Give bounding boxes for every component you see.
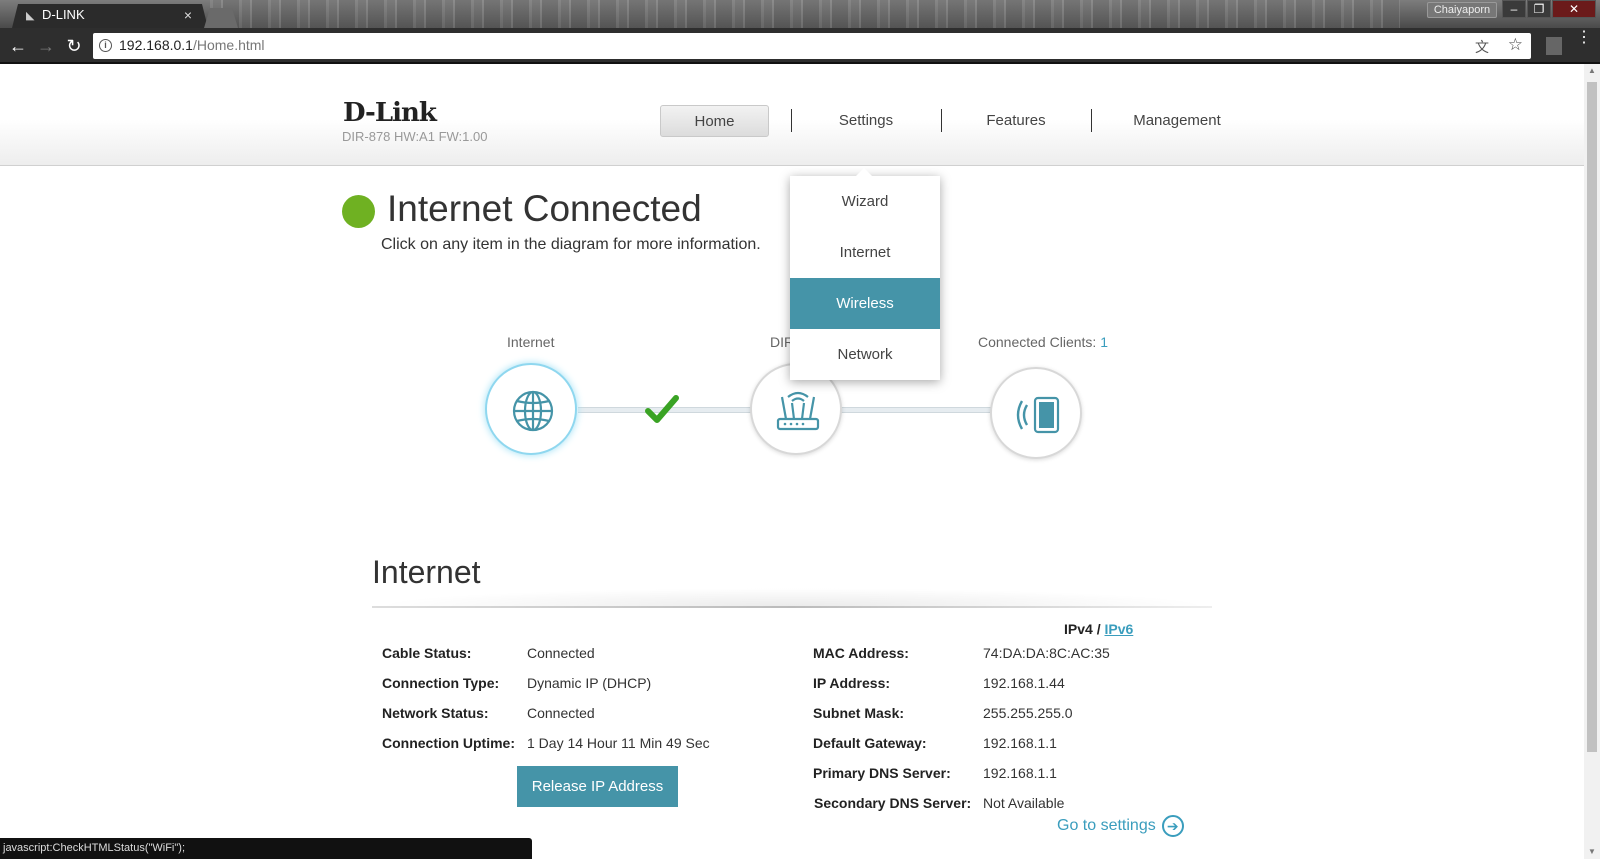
network-status-value: Connected: [527, 705, 595, 721]
go-to-settings-link[interactable]: Go to settings ➔: [1057, 815, 1184, 837]
dropdown-arrow: [856, 168, 872, 176]
settings-dropdown-menu: Wizard Internet Wireless Network: [790, 168, 940, 380]
new-tab-button[interactable]: [204, 8, 238, 28]
menu-item-wireless[interactable]: Wireless: [790, 278, 940, 329]
internet-label: Internet: [507, 334, 555, 350]
cable-status-label: Cable Status:: [382, 645, 472, 661]
nav-features[interactable]: Features: [960, 105, 1072, 137]
nav-management[interactable]: Management: [1110, 105, 1244, 137]
model-info: DIR-878 HW:A1 FW:1.00: [342, 129, 488, 144]
browser-tab[interactable]: ◣ D-LINK ×: [12, 4, 208, 28]
dlink-logo[interactable]: D-Link: [343, 98, 437, 128]
cable-status-value: Connected: [527, 645, 595, 661]
network-status-label: Network Status:: [382, 705, 489, 721]
address-bar[interactable]: i 192.168.0.1/Home.html ⽂ ☆: [93, 33, 1531, 59]
connection-uptime-label: Connection Uptime:: [382, 735, 515, 751]
url-text: 192.168.0.1/Home.html: [119, 37, 265, 53]
default-gateway-value: 192.168.1.1: [983, 735, 1057, 751]
checkmark-icon: [645, 395, 679, 423]
connection-type-value: Dynamic IP (DHCP): [527, 675, 652, 691]
router-clients-link: [838, 407, 996, 413]
internet-status-title: Internet Connected: [387, 188, 702, 229]
profile-button[interactable]: Chaiyaporn: [1427, 2, 1497, 18]
scroll-down-icon[interactable]: ▼: [1584, 845, 1600, 859]
url-path: /Home.html: [192, 37, 265, 53]
browser-menu-icon[interactable]: ⋮: [1576, 30, 1592, 46]
nav-divider: [941, 109, 942, 132]
ipv6-link[interactable]: IPv6: [1104, 621, 1133, 637]
section-divider: [372, 606, 1212, 608]
internet-node[interactable]: [485, 363, 577, 455]
browser-titlebar: ◣ D-LINK × Chaiyaporn – ❐ ✕: [0, 0, 1600, 28]
reload-button[interactable]: ↻: [62, 34, 86, 58]
clients-node[interactable]: [990, 367, 1082, 459]
browser-toolbar: ← → ↻ i 192.168.0.1/Home.html ⽂ ☆ ⋮: [0, 28, 1600, 64]
ip-version-separator: /: [1096, 621, 1101, 637]
forward-button[interactable]: →: [34, 34, 58, 58]
secondary-dns-label: Secondary DNS Server:: [814, 795, 972, 811]
extension-icon[interactable]: [1546, 37, 1562, 55]
maximize-button[interactable]: ❐: [1527, 0, 1551, 18]
connection-type-label: Connection Type:: [382, 675, 500, 691]
primary-dns-label: Primary DNS Server:: [813, 765, 951, 781]
close-window-button[interactable]: ✕: [1552, 0, 1596, 18]
router-header: D-Link DIR-878 HW:A1 FW:1.00 Home Settin…: [0, 64, 1584, 166]
nav-divider: [1091, 109, 1092, 132]
info-icon[interactable]: i: [99, 39, 112, 52]
default-gateway-label: Default Gateway:: [813, 735, 927, 751]
browser-status-bar: javascript:CheckHTMLStatus("WiFi");: [0, 838, 532, 859]
url-host: 192.168.0.1: [119, 37, 193, 53]
nav-settings[interactable]: Settings: [810, 105, 922, 137]
mobile-device-icon: [1016, 396, 1060, 434]
tab-title: D-LINK: [42, 7, 85, 22]
clients-count: 1: [1100, 334, 1108, 350]
menu-item-internet[interactable]: Internet: [790, 227, 940, 278]
status-subtitle: Click on any item in the diagram for mor…: [381, 236, 761, 253]
mac-address-label: MAC Address:: [813, 645, 909, 661]
go-to-settings-text[interactable]: Go to settings: [1057, 817, 1156, 834]
bookmark-star-icon[interactable]: ☆: [1508, 35, 1523, 55]
page-scrollbar[interactable]: ▲ ▼: [1584, 64, 1600, 859]
globe-icon: [512, 390, 554, 432]
scrollbar-thumb[interactable]: [1587, 82, 1597, 752]
page-content: D-Link DIR-878 HW:A1 FW:1.00 Home Settin…: [0, 64, 1600, 859]
ip-address-label: IP Address:: [813, 675, 891, 691]
ipv4-label: IPv4: [1064, 621, 1093, 637]
connected-clients-label: Connected Clients: 1: [978, 334, 1108, 350]
scroll-up-icon[interactable]: ▲: [1584, 64, 1600, 78]
menu-item-network[interactable]: Network: [790, 329, 940, 380]
section-title: Internet: [372, 554, 481, 590]
subnet-mask-label: Subnet Mask:: [813, 705, 905, 721]
secondary-dns-value: Not Available: [983, 795, 1065, 811]
tab-close-icon[interactable]: ×: [184, 4, 192, 26]
connected-status-indicator: [342, 195, 375, 228]
nav-home[interactable]: Home: [660, 105, 769, 137]
section-shadow: [372, 588, 1212, 606]
primary-dns-value: 192.168.1.1: [983, 765, 1057, 781]
subnet-mask-value: 255.255.255.0: [983, 705, 1073, 721]
connection-uptime-value: 1 Day 14 Hour 11 Min 49 Sec: [527, 735, 710, 751]
clients-label-text: Connected Clients:: [978, 334, 1097, 350]
menu-item-wizard[interactable]: Wizard: [790, 176, 940, 227]
mac-address-value: 74:DA:DA:8C:AC:35: [983, 645, 1110, 661]
back-button[interactable]: ←: [6, 34, 30, 58]
arrow-right-icon[interactable]: ➔: [1161, 815, 1184, 837]
minimize-button[interactable]: –: [1502, 0, 1526, 18]
ip-address-value: 192.168.1.44: [983, 675, 1065, 691]
translate-icon[interactable]: ⽂: [1475, 37, 1489, 57]
favicon-icon: ◣: [26, 10, 35, 22]
release-ip-button[interactable]: Release IP Address: [517, 766, 678, 807]
ip-version-switch: IPv4 / IPv6: [1064, 621, 1133, 637]
titlebar-background: [210, 0, 1400, 28]
nav-divider: [791, 109, 792, 132]
